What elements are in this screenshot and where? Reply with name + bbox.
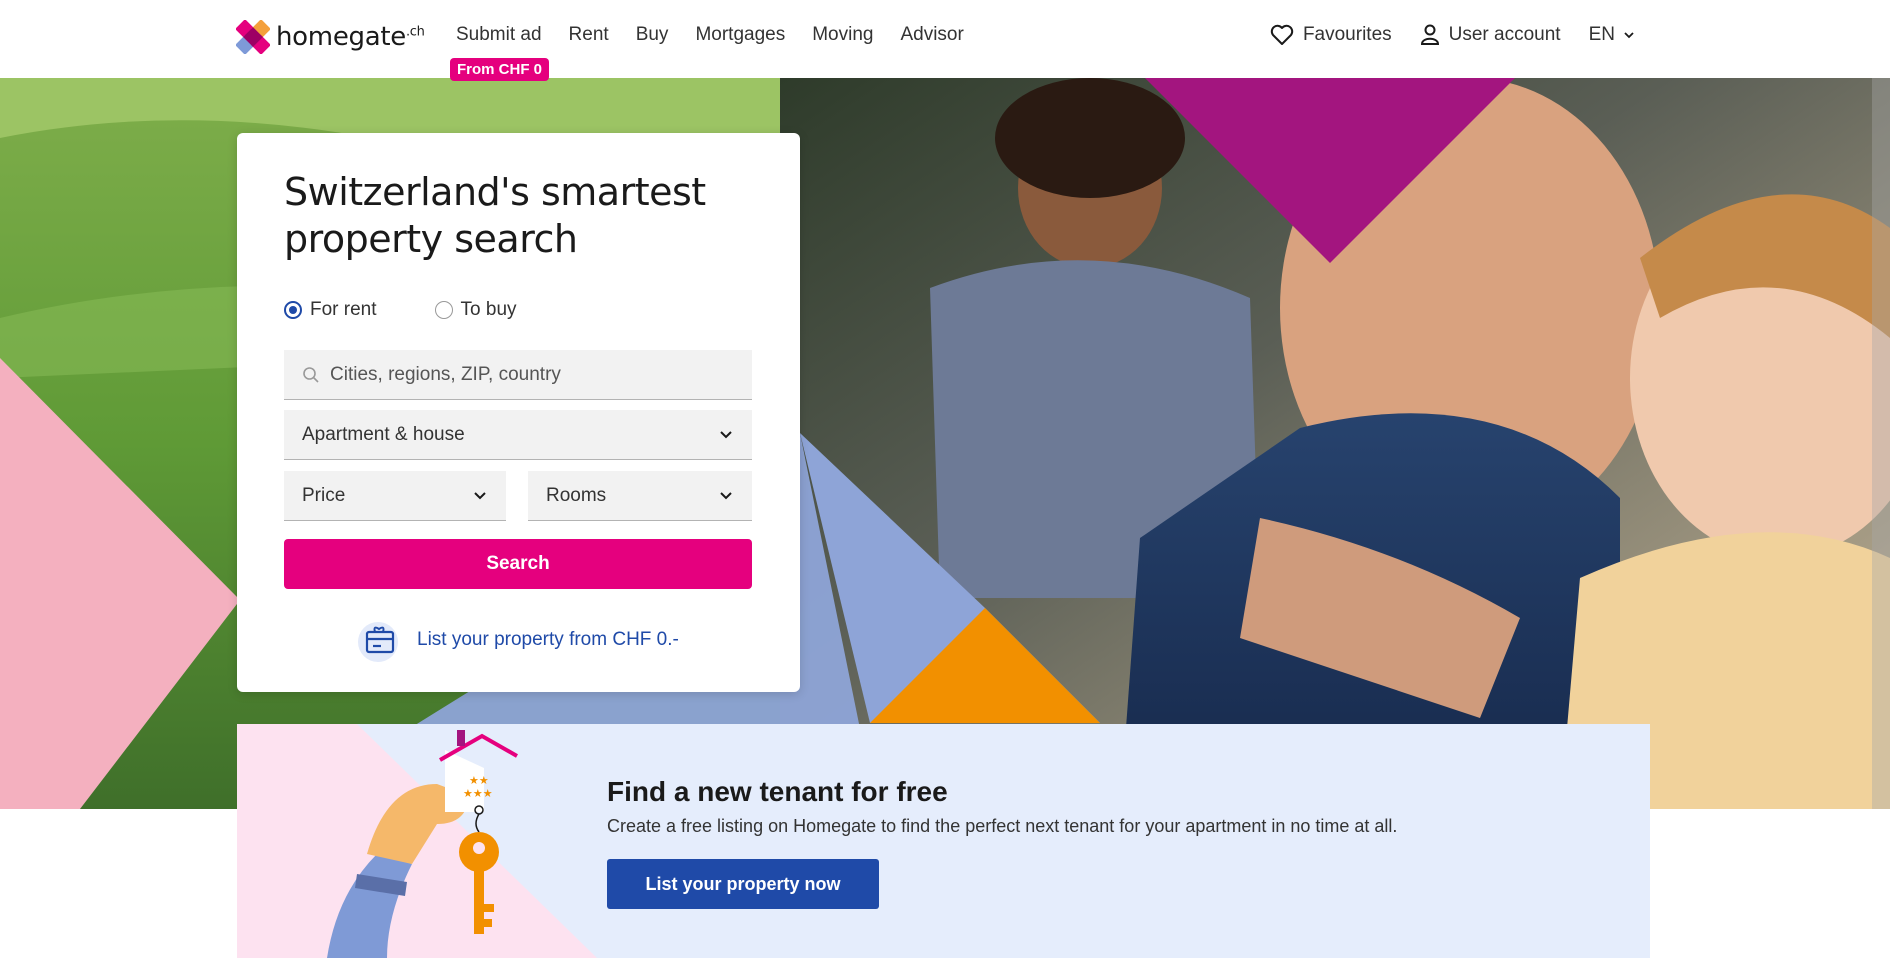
user-account-link[interactable]: User account (1420, 24, 1561, 46)
svg-text:★★: ★★ (469, 774, 489, 787)
search-title: Switzerland's smartest property search (284, 170, 706, 261)
main-nav: Submit ad Rent Buy Mortgages Moving Advi… (456, 24, 964, 46)
chevron-down-icon (720, 431, 732, 439)
language-label: EN (1588, 24, 1615, 45)
nav-mortgages[interactable]: Mortgages (695, 24, 785, 46)
price-label: Price (302, 484, 346, 506)
promo-banner: ★★ ★★★ Find a new tenant for free Create… (237, 724, 1650, 958)
search-icon (303, 367, 319, 383)
user-icon (1420, 24, 1439, 45)
list-property-label: List your property from CHF 0.- (417, 629, 679, 650)
language-selector[interactable]: EN (1589, 24, 1634, 46)
promo-text: Create a free listing on Homegate to fin… (607, 816, 1398, 836)
heart-icon (1270, 24, 1294, 45)
radio-to-buy-dot[interactable] (434, 301, 453, 319)
search-button[interactable]: Search (284, 539, 752, 589)
rooms-label: Rooms (546, 484, 607, 506)
svg-text:★★★: ★★★ (463, 787, 493, 800)
nav-rent[interactable]: Rent (569, 24, 609, 46)
radio-for-rent-label: For rent (310, 299, 377, 320)
favourites-label: Favourites (1302, 24, 1392, 45)
user-account-label: User account (1448, 24, 1561, 45)
chevron-down-icon (720, 492, 732, 500)
property-type-select[interactable]: Apartment & house (284, 410, 752, 460)
radio-for-rent-dot[interactable] (284, 301, 302, 319)
nav-advisor[interactable]: Advisor (900, 24, 963, 46)
list-property-link[interactable]: List your property from CHF 0.- (357, 617, 679, 663)
nav-buy[interactable]: Buy (636, 24, 669, 46)
promo-illustration: ★★ ★★★ (237, 724, 597, 958)
rooms-select[interactable]: Rooms (528, 471, 752, 521)
search-card: Switzerland's smartest property search F… (237, 133, 800, 692)
property-type-value: Apartment & house (302, 423, 465, 445)
logo-text: homegate.ch (276, 22, 425, 52)
nav-submit-ad[interactable]: Submit ad (456, 24, 542, 46)
favourites-link[interactable]: Favourites (1270, 24, 1392, 46)
radio-to-buy[interactable]: To buy (434, 299, 517, 321)
listing-type-radios: For rent To buy (284, 299, 517, 321)
radio-for-rent[interactable]: For rent (284, 299, 377, 321)
chevron-down-icon (474, 492, 486, 500)
nav-moving[interactable]: Moving (812, 24, 873, 46)
user-nav: Favourites User account EN (1270, 24, 1634, 46)
radio-to-buy-label: To buy (460, 299, 517, 320)
submit-ad-badge: From CHF 0 (450, 58, 550, 81)
homegate-logo[interactable]: homegate.ch (236, 20, 425, 54)
promo-title: Find a new tenant for free (607, 776, 948, 807)
list-property-now-button[interactable]: List your property now (607, 859, 879, 909)
price-select[interactable]: Price (284, 471, 506, 521)
gift-card-icon (358, 622, 398, 662)
site-header: homegate.ch Submit ad Rent Buy Mortgages… (0, 0, 1890, 78)
location-placeholder: Cities, regions, ZIP, country (330, 363, 561, 385)
location-search-input[interactable]: Cities, regions, ZIP, country (284, 350, 752, 400)
logo-mark-icon (236, 20, 270, 54)
chevron-down-icon (1624, 32, 1634, 39)
